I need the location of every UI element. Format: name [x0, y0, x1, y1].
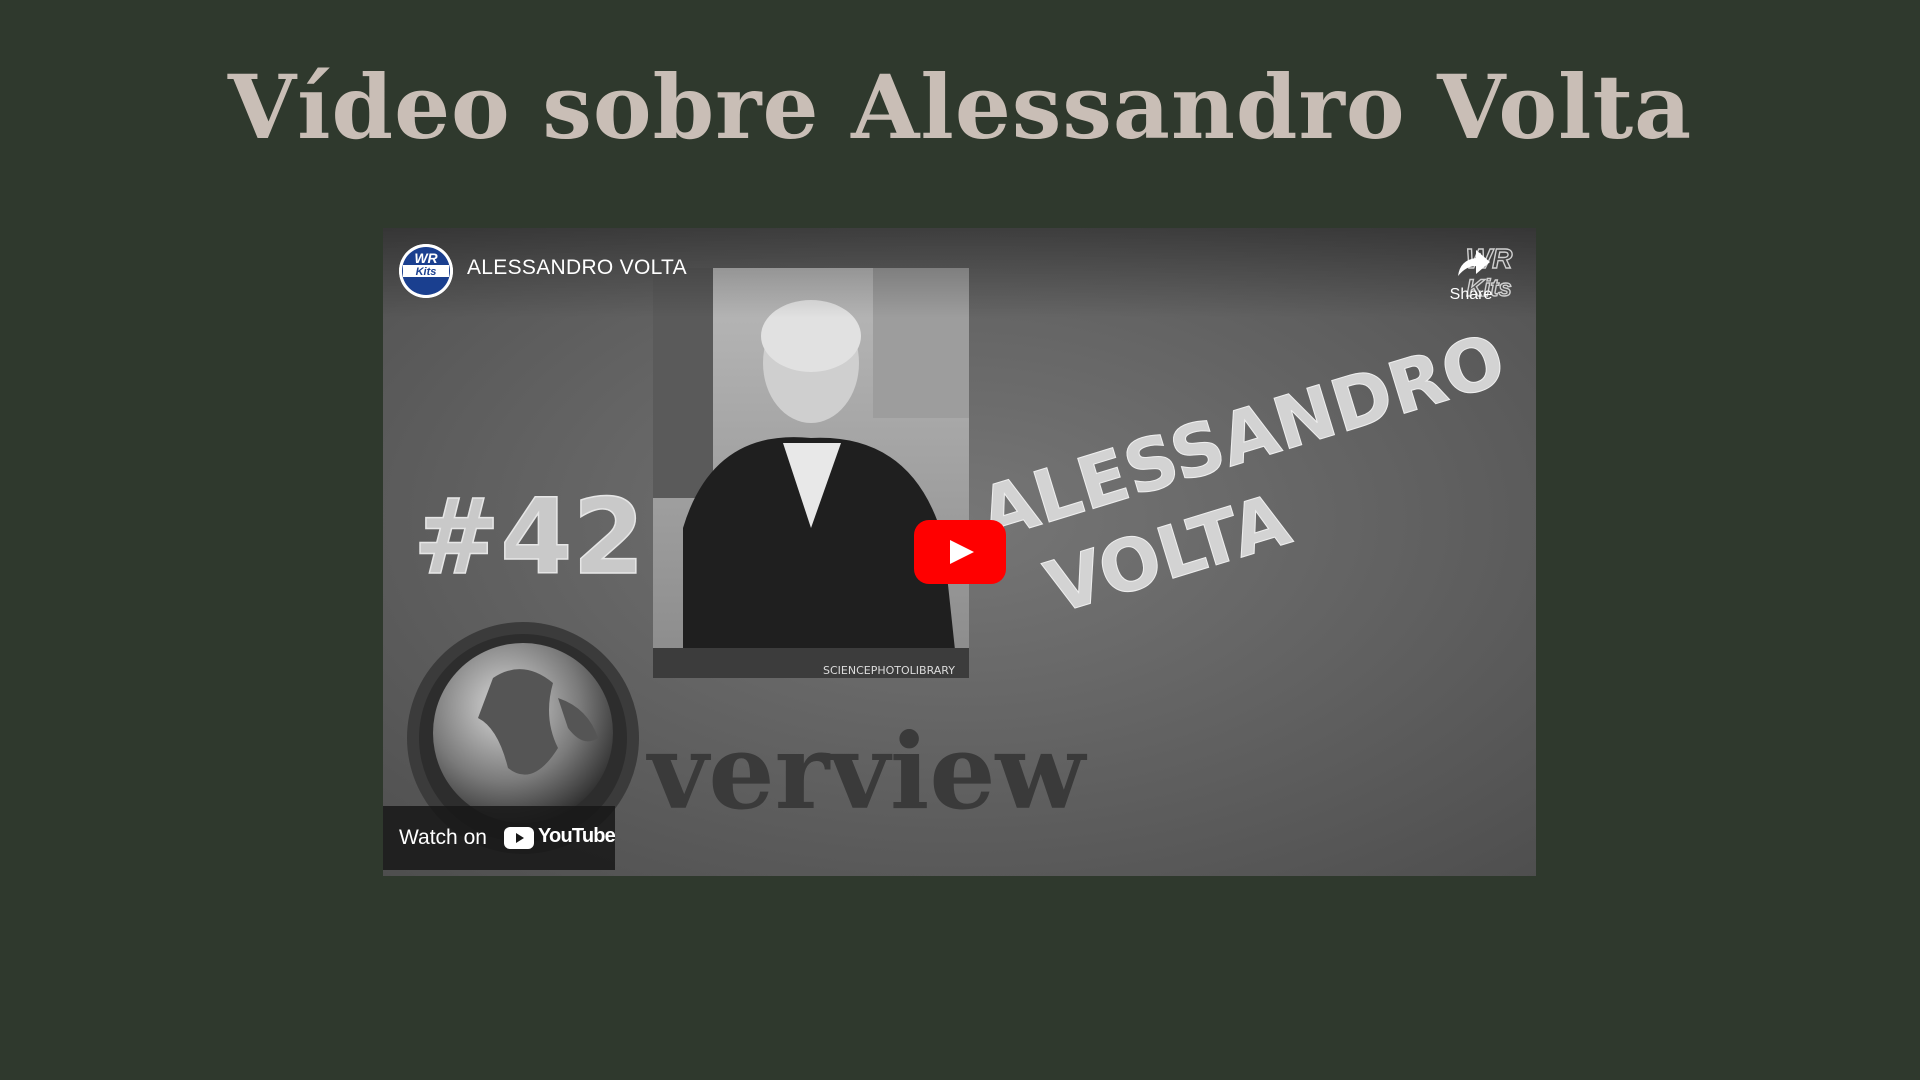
video-title-link[interactable]: ALESSANDRO VOLTA	[467, 256, 687, 280]
page-title: Vídeo sobre Alessandro Volta	[227, 55, 1693, 159]
share-label: Share	[1449, 286, 1493, 303]
thumbnail-overview-text: verview	[646, 710, 1087, 833]
channel-logo-icon: WR Kits	[399, 244, 453, 298]
youtube-wordmark: YouTube	[538, 825, 616, 847]
thumbnail-episode-number: #42	[413, 476, 645, 598]
video-embed-player[interactable]: #42 SCIENCEPHOTOLIBRARY ALESSANDRO VOLTA	[383, 228, 1536, 876]
share-arrow-icon	[1458, 250, 1490, 276]
thumbnail-portrait: SCIENCEPHOTOLIBRARY	[653, 268, 969, 678]
channel-avatar[interactable]: WR Kits	[399, 244, 453, 298]
page: Vídeo sobre Alessandro Volta #42 SCIENCE…	[0, 0, 1920, 1080]
thumbnail-photo-credit: SCIENCEPHOTOLIBRARY	[823, 664, 955, 677]
watch-on-label: Watch on	[399, 826, 487, 849]
play-button[interactable]	[914, 520, 1006, 584]
svg-text:Kits: Kits	[416, 266, 437, 278]
svg-text:WR: WR	[414, 250, 438, 266]
watch-on-youtube-button[interactable]: Watch on YouTube	[383, 806, 616, 870]
youtube-logo-icon	[504, 827, 534, 849]
share-button[interactable]: Share	[1444, 244, 1498, 304]
